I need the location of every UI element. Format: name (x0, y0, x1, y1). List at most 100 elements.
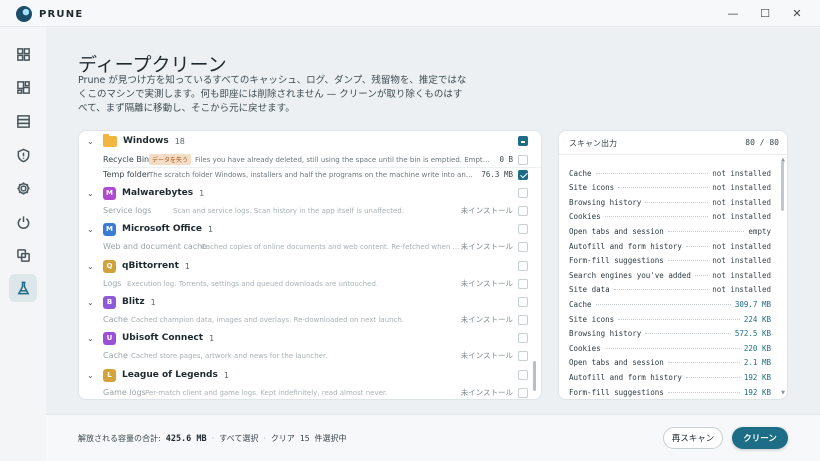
list-item-game-logs[interactable]: Game logs Per-match client and game logs… (79, 385, 541, 399)
nav-settings[interactable] (9, 174, 37, 202)
scan-log-value: 220 KB (743, 343, 771, 353)
nav-storage[interactable] (9, 107, 37, 135)
not-installed-label: 未インストール (460, 242, 513, 251)
item-checkbox[interactable] (518, 206, 528, 216)
nav-deep-clean[interactable] (9, 274, 37, 302)
item-checkbox[interactable] (518, 315, 528, 325)
chevron-down-icon[interactable]: ⌄ (87, 371, 99, 380)
nav-privacy[interactable] (9, 141, 37, 169)
page-title: ディープクリーン (78, 54, 227, 76)
item-name: Temp folder (103, 170, 151, 179)
group-name: Windows (123, 136, 169, 146)
chevron-down-icon[interactable]: ⌄ (87, 189, 99, 198)
group-checkbox[interactable] (518, 370, 528, 380)
app-logo-icon (16, 6, 32, 22)
scan-log-value: 192 KB (743, 372, 771, 382)
scan-log-line: Site data not installed (569, 284, 771, 296)
sidebar (0, 28, 44, 461)
list-item-web-document-cache[interactable]: Web and document cache Cached copies of … (79, 239, 541, 254)
list-item-logs[interactable]: Logs Execution log. Torrents, settings a… (79, 276, 541, 291)
nav-dashboard[interactable] (9, 40, 37, 68)
group-row-malwarebytes[interactable]: ⌄ M Malwarebytes 1 (79, 184, 541, 202)
scan-log-label: Autofill and form history (569, 241, 682, 251)
group-row-qbittorrent[interactable]: ⌄ Q qBittorrent 1 (79, 257, 541, 275)
scan-log-line: Cache not installed (569, 167, 771, 179)
scan-scrollbar[interactable] (781, 161, 784, 211)
minimize-button[interactable]: — (718, 4, 748, 22)
selected-count: 15 (299, 434, 310, 443)
chevron-down-icon[interactable]: ⌄ (87, 137, 99, 146)
list-scrollbar[interactable] (533, 361, 536, 391)
shield-alert-icon (17, 148, 29, 162)
folder-icon (103, 133, 117, 147)
item-checkbox[interactable] (518, 351, 528, 361)
scan-log-line: Open tabs and session empty (569, 225, 771, 237)
item-checkbox[interactable] (518, 155, 528, 165)
item-checkbox[interactable] (518, 388, 528, 398)
dotted-leader (595, 172, 709, 174)
gear-icon (16, 181, 30, 195)
scan-log-line: Cookies 220 KB (569, 342, 771, 354)
group-name: Blitz (122, 297, 145, 307)
scan-log-value: 2.1 MB (743, 358, 771, 368)
group-row-league-of-legends[interactable]: ⌄ L League of Legends 1 (79, 366, 541, 384)
main-content: ディープクリーン Prune が見つけ方を知っているすべてのキャッシュ、ログ、ダ… (46, 28, 820, 461)
group-checkbox[interactable] (518, 333, 528, 343)
blitz-icon: B (103, 295, 116, 309)
group-name: Malwarebytes (122, 188, 194, 198)
chevron-down-icon[interactable]: ⌄ (87, 298, 99, 307)
list-item-cache[interactable]: Cache Cached champion data, images and o… (79, 312, 541, 327)
item-checkbox[interactable] (518, 279, 528, 289)
scan-log-label: Site data (569, 285, 610, 295)
dotted-leader (645, 333, 731, 335)
item-checkbox[interactable] (518, 170, 528, 180)
scan-log-value: 224 KB (743, 314, 771, 324)
dotted-leader (613, 289, 709, 291)
nav-duplicates[interactable] (9, 241, 37, 269)
scan-log-line: Browsing history 572.5 KB (569, 328, 771, 340)
item-description: Cached store pages, artwork and news for… (131, 351, 328, 360)
close-button[interactable]: ✕ (782, 4, 812, 22)
separator-dot: · (263, 434, 266, 443)
clear-link[interactable]: クリア (271, 433, 295, 444)
scan-log-label: Form-fill suggestions (569, 256, 664, 266)
group-row-microsoft-office[interactable]: ⌄ M Microsoft Office 1 (79, 220, 541, 238)
list-item-temp-folder[interactable]: Temp folder The scratch folder Windows, … (79, 167, 541, 182)
group-checkbox[interactable] (518, 136, 528, 146)
group-name: Microsoft Office (122, 224, 203, 234)
list-item-cache[interactable]: Cache Cached store pages, artwork and ne… (79, 348, 541, 363)
chevron-down-icon[interactable]: ⌄ (87, 334, 99, 343)
group-checkbox[interactable] (518, 261, 528, 271)
list-item-recycle-bin[interactable]: Recycle Bin データを失う Files you have alread… (79, 152, 541, 167)
dotted-leader (685, 245, 709, 247)
select-all-link[interactable]: すべて選択 (219, 433, 258, 444)
group-row-blitz[interactable]: ⌄ B Blitz 1 (79, 293, 541, 311)
group-checkbox[interactable] (518, 188, 528, 198)
scan-log-label: Site icons (569, 183, 615, 193)
group-checkbox[interactable] (518, 297, 528, 307)
nav-startup[interactable] (9, 208, 37, 236)
nav-apps[interactable] (9, 73, 37, 101)
rescan-button[interactable]: 再スキャン (663, 427, 723, 449)
item-description: Per-match client and game logs. Kept ind… (145, 388, 388, 397)
maximize-button[interactable]: ☐ (750, 4, 780, 22)
microsoft-office-icon: M (103, 222, 116, 236)
item-description: Cached copies of online documents and we… (201, 242, 461, 251)
scan-log-label: Open tabs and session (569, 226, 664, 236)
group-count: 1 (209, 333, 215, 343)
scan-log-label: Browsing history (569, 329, 642, 339)
group-count: 1 (199, 188, 205, 198)
scroll-down-icon[interactable]: ▼ (781, 390, 785, 396)
scan-output-panel: スキャン出力 80 / 80 Cache not installed Site ic… (558, 130, 788, 400)
chevron-down-icon[interactable]: ⌄ (87, 262, 99, 271)
clean-button[interactable]: クリーン (732, 427, 788, 449)
group-row-ubisoft-connect[interactable]: ⌄ U Ubisoft Connect 1 (79, 329, 541, 347)
scan-log-label: Site icons (569, 314, 615, 324)
chevron-down-icon[interactable]: ⌄ (87, 225, 99, 234)
scan-log-line: Open tabs and session 2.1 MB (569, 357, 771, 369)
item-checkbox[interactable] (518, 242, 528, 252)
list-item-service-logs[interactable]: Service logs Scan and service logs. Scan… (79, 203, 541, 218)
group-checkbox[interactable] (518, 224, 528, 234)
group-row-windows[interactable]: ⌄ Windows 18 (79, 132, 541, 150)
item-description: Execution log. Torrents, settings and qu… (127, 279, 379, 288)
